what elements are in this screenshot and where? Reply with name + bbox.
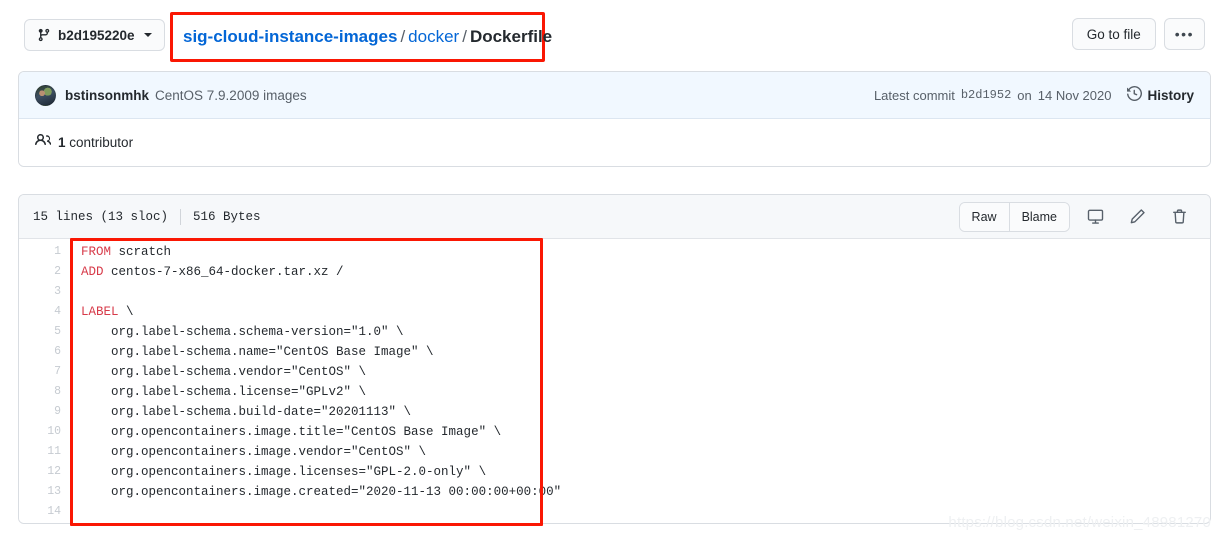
breadcrumb-folder-link[interactable]: docker — [408, 27, 459, 46]
contributors-text: 1 contributor — [58, 135, 133, 150]
line-number[interactable]: 2 — [19, 262, 61, 282]
line-number[interactable]: 9 — [19, 402, 61, 422]
line-number[interactable]: 1 — [19, 242, 61, 262]
line-number[interactable]: 10 — [19, 422, 61, 442]
commit-on-label: on — [1017, 87, 1032, 103]
breadcrumb-current-file: Dockerfile — [469, 27, 553, 46]
commit-sha[interactable]: b2d1952 — [961, 88, 1011, 102]
breadcrumb-separator-2: / — [462, 27, 467, 46]
code-text: org.label-schema.build-date="20201113" \ — [81, 405, 412, 419]
code-keyword: ADD — [81, 265, 104, 279]
commit-date: 14 Nov 2020 — [1037, 87, 1112, 103]
trash-icon[interactable] — [1162, 203, 1196, 231]
code-line: org.label-schema.vendor="CentOS" \ — [81, 362, 1210, 382]
history-link[interactable]: History — [1127, 85, 1194, 104]
line-number[interactable]: 11 — [19, 442, 61, 462]
pencil-icon[interactable] — [1120, 203, 1154, 231]
line-number[interactable]: 3 — [19, 282, 61, 302]
line-number[interactable]: 4 — [19, 302, 61, 322]
code-text: org.label-schema.name="CentOS Base Image… — [81, 345, 434, 359]
code-text: org.label-schema.vendor="CentOS" \ — [81, 365, 367, 379]
file-size: 516 Bytes — [193, 209, 261, 224]
latest-commit-panel: bstinsonmhk CentOS 7.9.2009 images Lates… — [18, 71, 1211, 167]
code-text: org.opencontainers.image.licenses="GPL-2… — [81, 465, 487, 479]
line-number[interactable]: 14 — [19, 502, 61, 522]
breadcrumb: sig-cloud-instance-images / docker / Dockerf… — [183, 27, 552, 47]
code-text: org.opencontainers.image.created="2020-1… — [81, 485, 562, 499]
code-viewer: 123456789101112131415 FROM scratchADD ce… — [19, 239, 1210, 523]
code-text: org.label-schema.license="GPLv2" \ — [81, 385, 367, 399]
chevron-down-icon — [143, 33, 152, 37]
contributors-row[interactable]: 1 contributor — [19, 119, 1210, 166]
commit-author-link[interactable]: bstinsonmhk — [65, 88, 149, 103]
branch-selector-button[interactable]: b2d195220e — [24, 19, 165, 51]
code-line: org.label-schema.name="CentOS Base Image… — [81, 342, 1210, 362]
code-keyword: LABEL — [81, 305, 119, 319]
file-panel: 15 lines (13 sloc) 516 Bytes Raw Blame 1… — [18, 194, 1211, 524]
raw-blame-group: Raw Blame — [958, 201, 1070, 232]
breadcrumb-repo-link[interactable]: sig-cloud-instance-images — [183, 27, 397, 46]
latest-commit-label: Latest commit — [873, 87, 955, 103]
file-actions: Raw Blame — [958, 201, 1196, 232]
code-text: org.opencontainers.image.vendor="CentOS"… — [81, 445, 427, 459]
history-label: History — [1147, 87, 1194, 103]
file-meta: 15 lines (13 sloc) 516 Bytes — [33, 208, 261, 225]
code-line — [81, 282, 1210, 302]
commit-row: bstinsonmhk CentOS 7.9.2009 images Lates… — [19, 72, 1210, 119]
file-lines-info: 15 lines (13 sloc) — [33, 209, 169, 224]
blame-button[interactable]: Blame — [1008, 202, 1069, 231]
line-number[interactable]: 15 — [19, 522, 61, 523]
code-text: org.label-schema.schema-version="1.0" \ — [81, 325, 404, 339]
line-number-gutter: 123456789101112131415 — [19, 242, 71, 523]
code-text: centos-7-x86_64-docker.tar.xz / — [103, 265, 344, 279]
github-file-view: b2d195220e Go to file ••• sig-cloud-inst… — [0, 0, 1229, 541]
commit-meta: Latest commit b2d1952 on 14 Nov 2020 His… — [873, 85, 1194, 104]
commit-message[interactable]: CentOS 7.9.2009 images — [155, 88, 307, 103]
code-line: FROM scratch — [81, 242, 1210, 262]
line-number[interactable]: 8 — [19, 382, 61, 402]
line-number[interactable]: 6 — [19, 342, 61, 362]
code-text: scratch — [111, 245, 172, 259]
line-number[interactable]: 7 — [19, 362, 61, 382]
avatar[interactable] — [35, 84, 56, 106]
meta-divider — [180, 208, 182, 225]
code-line: org.label-schema.license="GPLv2" \ — [81, 382, 1210, 402]
line-number[interactable]: 5 — [19, 322, 61, 342]
desktop-icon[interactable] — [1078, 203, 1112, 231]
more-options-button[interactable]: ••• — [1163, 18, 1205, 50]
code-keyword: FROM — [81, 245, 112, 259]
contributors-count: 1 — [58, 135, 66, 150]
breadcrumb-highlight-box: sig-cloud-instance-images / docker / Dockerf… — [170, 12, 552, 62]
clock-history-icon — [1127, 85, 1143, 104]
code-line: ADD centos-7-x86_64-docker.tar.xz / — [81, 262, 1210, 282]
branch-icon — [37, 28, 51, 42]
code-line: org.opencontainers.image.licenses="GPL-2… — [81, 462, 1210, 482]
contributors-label: contributor — [69, 135, 134, 150]
code-text: \ — [118, 305, 134, 319]
code-line: org.label-schema.schema-version="1.0" \ — [81, 322, 1210, 342]
code-line: org.opencontainers.image.vendor="CentOS"… — [81, 442, 1210, 462]
line-number[interactable]: 12 — [19, 462, 61, 482]
code-line: org.label-schema.build-date="20201113" \ — [81, 402, 1210, 422]
branch-name-label: b2d195220e — [58, 27, 135, 43]
toolbar-actions: Go to file ••• — [1071, 18, 1205, 50]
code-line: org.opencontainers.image.title="CentOS B… — [81, 422, 1210, 442]
code-text: org.opencontainers.image.title="CentOS B… — [81, 425, 502, 439]
code-line: org.opencontainers.image.created="2020-1… — [81, 482, 1210, 502]
line-number[interactable]: 13 — [19, 482, 61, 502]
go-to-file-button[interactable]: Go to file — [1071, 18, 1156, 50]
code-content[interactable]: FROM scratch ADD centos-7-x86_64-docker.t… — [71, 242, 1210, 523]
file-header: 15 lines (13 sloc) 516 Bytes Raw Blame — [19, 195, 1210, 239]
raw-button[interactable]: Raw — [959, 202, 1009, 231]
people-icon — [35, 132, 52, 153]
watermark: https://blog.csdn.net/weixin_48981270 — [948, 514, 1211, 531]
breadcrumb-separator-1: / — [400, 27, 406, 46]
code-line: LABEL \ — [81, 302, 1210, 322]
